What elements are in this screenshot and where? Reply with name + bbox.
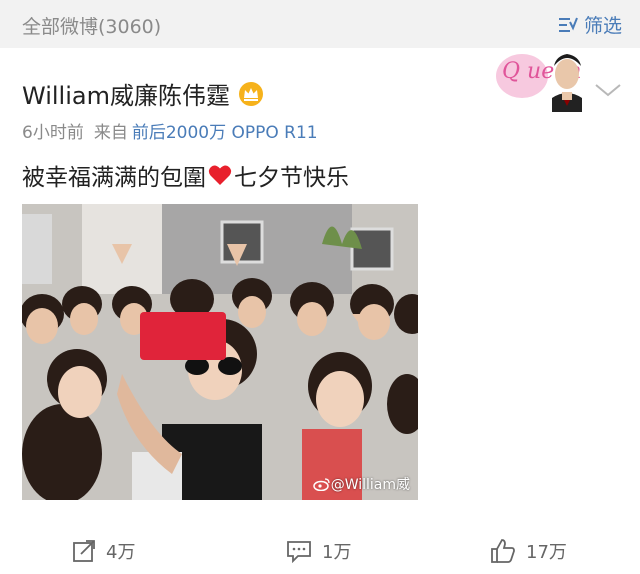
weibo-logo-icon <box>312 478 330 491</box>
post-count-label: 全部微博(3060) <box>22 16 162 38</box>
source-label: 来自 <box>93 123 128 143</box>
filter-label: 筛选 <box>583 15 622 37</box>
watermark-text: @William威 <box>330 477 410 493</box>
repost-count: 4万 <box>106 542 136 563</box>
like-count: 17万 <box>526 542 567 563</box>
photo-illustration <box>22 204 418 500</box>
post-author[interactable]: William威廉陈伟霆 <box>22 76 264 111</box>
like-button[interactable]: 17万 <box>490 538 567 564</box>
filter-button[interactable]: 筛选 <box>558 11 622 38</box>
crown-badge-icon <box>238 81 263 106</box>
comment-button[interactable]: 1万 <box>286 538 351 564</box>
post-photo[interactable]: @William威 <box>22 204 418 500</box>
post-meta: 6小时前 来自 前后2000万 OPPO R11 <box>22 118 318 143</box>
repost-icon <box>73 540 95 562</box>
weibo-post-card: Q ueen William威廉陈伟霆 6小时前 来自 前后2000万 OPPO R… <box>0 48 640 574</box>
repost-button[interactable]: 4万 <box>72 538 135 564</box>
filter-icon <box>558 17 578 32</box>
device-link[interactable]: 前后2000万 OPPO R11 <box>132 123 318 143</box>
post-text: 被幸福满满的包圍 七夕节快乐 <box>22 158 349 192</box>
comment-icon <box>287 541 311 563</box>
post-text-after: 七夕节快乐 <box>234 165 349 191</box>
comment-count: 1万 <box>322 542 352 563</box>
heart-icon <box>208 165 232 185</box>
post-time: 6小时前 <box>22 123 84 143</box>
avatar[interactable]: Q ueen <box>492 48 604 112</box>
thumbs-up-icon <box>491 539 515 563</box>
username-label[interactable]: William威廉陈伟霆 <box>22 76 230 111</box>
top-bar: 全部微博(3060) 筛选 <box>0 0 640 48</box>
post-actions: 4万 1万 17万 <box>0 532 640 574</box>
photo-watermark: @William威 <box>312 474 410 494</box>
post-text-before: 被幸福满满的包圍 <box>22 165 206 191</box>
chevron-down-icon[interactable] <box>594 82 622 98</box>
